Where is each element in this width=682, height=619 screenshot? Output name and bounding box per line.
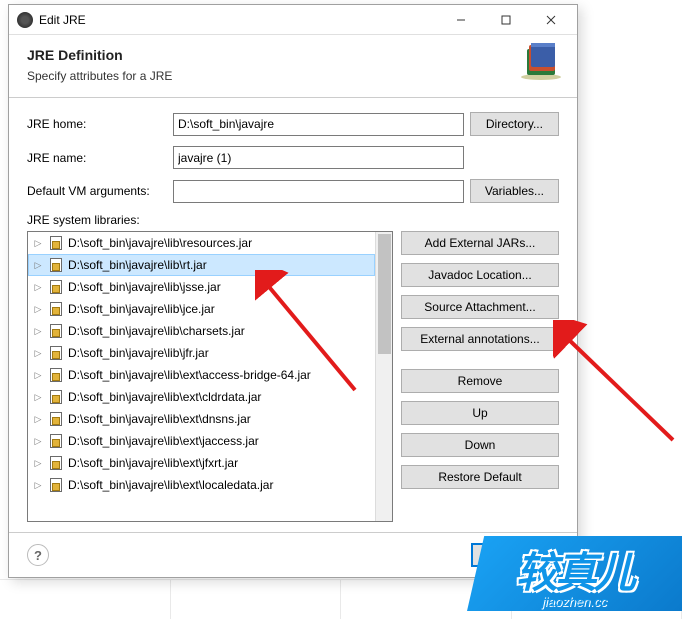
tree-item-label: D:\soft_bin\javajre\lib\ext\dnsns.jar	[68, 412, 251, 426]
system-libraries-label: JRE system libraries:	[9, 207, 577, 231]
down-button[interactable]: Down	[401, 433, 559, 457]
source-attachment-button[interactable]: Source Attachment...	[401, 295, 559, 319]
dialog-header: JRE Definition Specify attributes for a …	[9, 35, 577, 98]
tree-item[interactable]: ▷ D:\soft_bin\javajre\lib\jce.jar	[28, 298, 375, 320]
tree-item[interactable]: ▷ D:\soft_bin\javajre\lib\ext\access-brid…	[28, 364, 375, 386]
jre-home-input[interactable]	[173, 113, 464, 136]
tree-item[interactable]: ▷ D:\soft_bin\javajre\lib\charsets.jar	[28, 320, 375, 342]
tree-item[interactable]: ▷ D:\soft_bin\javajre\lib\ext\localedata.…	[28, 474, 375, 496]
jar-icon	[48, 477, 64, 493]
jre-books-icon	[517, 43, 565, 81]
window-controls	[438, 6, 573, 34]
tree-item[interactable]: ▷ D:\soft_bin\javajre\lib\jsse.jar	[28, 276, 375, 298]
tree-item-label: D:\soft_bin\javajre\lib\ext\jfxrt.jar	[68, 456, 238, 470]
expand-icon[interactable]: ▷	[32, 435, 44, 447]
expand-icon[interactable]: ▷	[32, 303, 44, 315]
expand-icon[interactable]: ▷	[32, 479, 44, 491]
tree-item-label: D:\soft_bin\javajre\lib\charsets.jar	[68, 324, 245, 338]
jre-name-input[interactable]	[173, 146, 464, 169]
jar-icon	[48, 279, 64, 295]
vertical-scrollbar[interactable]	[375, 232, 392, 521]
form-area: JRE home: Directory... JRE name: Default…	[9, 98, 577, 207]
jar-icon	[48, 235, 64, 251]
tree-item[interactable]: ▷ D:\soft_bin\javajre\lib\resources.jar	[28, 232, 375, 254]
tree-item[interactable]: ▷ D:\soft_bin\javajre\lib\rt.jar	[28, 254, 375, 276]
header-subtitle: Specify attributes for a JRE	[27, 69, 559, 83]
maximize-icon	[501, 15, 511, 25]
expand-icon[interactable]: ▷	[32, 237, 44, 249]
expand-icon[interactable]: ▷	[32, 281, 44, 293]
tree-item[interactable]: ▷ D:\soft_bin\javajre\lib\jfr.jar	[28, 342, 375, 364]
jar-icon	[48, 389, 64, 405]
tree-item-label: D:\soft_bin\javajre\lib\ext\jaccess.jar	[68, 434, 259, 448]
remove-button[interactable]: Remove	[401, 369, 559, 393]
watermark-text: 较真儿	[516, 539, 633, 600]
jar-icon	[48, 257, 64, 273]
libraries-row: ▷ D:\soft_bin\javajre\lib\resources.jar ▷ D…	[9, 231, 577, 532]
jar-icon	[48, 345, 64, 361]
tree-item[interactable]: ▷ D:\soft_bin\javajre\lib\ext\jaccess.jar	[28, 430, 375, 452]
tree-item[interactable]: ▷ D:\soft_bin\javajre\lib\ext\cldrdata.ja…	[28, 386, 375, 408]
expand-icon[interactable]: ▷	[32, 413, 44, 425]
tree-item-label: D:\soft_bin\javajre\lib\jce.jar	[68, 302, 215, 316]
tree-item-label: D:\soft_bin\javajre\lib\rt.jar	[68, 258, 207, 272]
jar-icon	[48, 323, 64, 339]
window-title: Edit JRE	[39, 13, 438, 27]
expand-icon[interactable]: ▷	[32, 369, 44, 381]
edit-jre-dialog: Edit JRE JRE Definition Specify attribut…	[8, 4, 578, 578]
expand-icon[interactable]: ▷	[32, 391, 44, 403]
help-icon[interactable]: ?	[27, 544, 49, 566]
minimize-button[interactable]	[438, 6, 483, 34]
restore-default-button[interactable]: Restore Default	[401, 465, 559, 489]
tree-item-label: D:\soft_bin\javajre\lib\resources.jar	[68, 236, 252, 250]
eclipse-icon	[17, 12, 33, 28]
jre-name-label: JRE name:	[27, 151, 167, 165]
expand-icon[interactable]: ▷	[32, 457, 44, 469]
jar-icon	[48, 301, 64, 317]
libraries-tree[interactable]: ▷ D:\soft_bin\javajre\lib\resources.jar ▷ D…	[27, 231, 393, 522]
tree-item[interactable]: ▷ D:\soft_bin\javajre\lib\ext\jfxrt.jar	[28, 452, 375, 474]
watermark: 较真儿 jiaozhen.cc	[467, 536, 682, 611]
external-annotations-button[interactable]: External annotations...	[401, 327, 559, 351]
javadoc-location-button[interactable]: Javadoc Location...	[401, 263, 559, 287]
add-external-jars-button[interactable]: Add External JARs...	[401, 231, 559, 255]
jar-icon	[48, 367, 64, 383]
jar-icon	[48, 433, 64, 449]
variables-button[interactable]: Variables...	[470, 179, 559, 203]
header-title: JRE Definition	[27, 47, 559, 63]
titlebar[interactable]: Edit JRE	[9, 5, 577, 35]
close-button[interactable]	[528, 6, 573, 34]
side-buttons: Add External JARs... Javadoc Location...…	[401, 231, 559, 522]
minimize-icon	[456, 15, 466, 25]
maximize-button[interactable]	[483, 6, 528, 34]
jar-icon	[48, 455, 64, 471]
jar-icon	[48, 411, 64, 427]
expand-icon[interactable]: ▷	[32, 325, 44, 337]
close-icon	[546, 15, 556, 25]
tree-item-label: D:\soft_bin\javajre\lib\ext\localedata.j…	[68, 478, 273, 492]
up-button[interactable]: Up	[401, 401, 559, 425]
expand-icon[interactable]: ▷	[32, 259, 44, 271]
tree-item-label: D:\soft_bin\javajre\lib\jfr.jar	[68, 346, 209, 360]
scrollbar-thumb[interactable]	[378, 234, 391, 354]
tree-item-label: D:\soft_bin\javajre\lib\ext\cldrdata.jar	[68, 390, 261, 404]
directory-button[interactable]: Directory...	[470, 112, 559, 136]
jre-home-label: JRE home:	[27, 117, 167, 131]
tree-item[interactable]: ▷ D:\soft_bin\javajre\lib\ext\dnsns.jar	[28, 408, 375, 430]
tree-item-label: D:\soft_bin\javajre\lib\jsse.jar	[68, 280, 221, 294]
vm-args-label: Default VM arguments:	[27, 184, 167, 198]
expand-icon[interactable]: ▷	[32, 347, 44, 359]
vm-args-input[interactable]	[173, 180, 464, 203]
tree-item-label: D:\soft_bin\javajre\lib\ext\access-bridg…	[68, 368, 311, 382]
watermark-url: jiaozhen.cc	[542, 594, 607, 609]
